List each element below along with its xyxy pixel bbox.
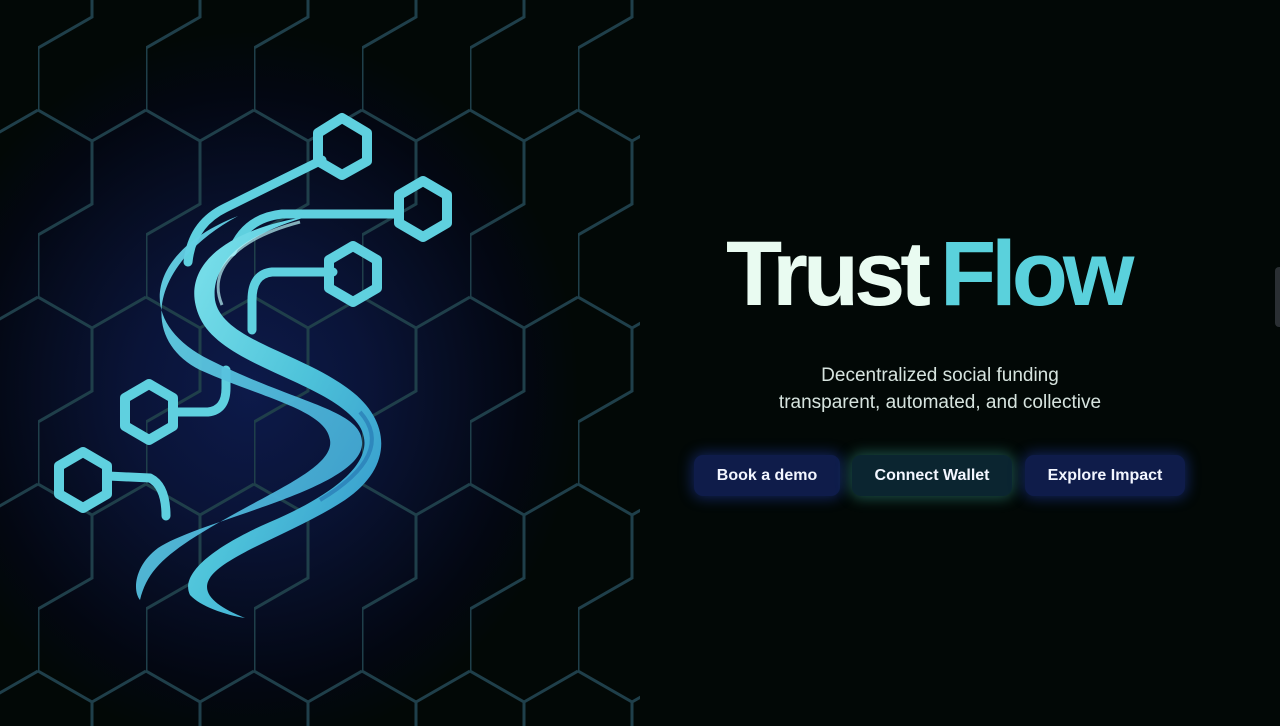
hero-illustration [0, 0, 640, 726]
explore-impact-button[interactable]: Explore Impact [1025, 455, 1185, 496]
brand-word-flow: Flow [939, 223, 1135, 325]
landing-page: Trust Flow Decentralized social funding t… [0, 0, 1280, 726]
hero-content: Trust Flow Decentralized social funding t… [640, 0, 1280, 726]
tagline-line-2: transparent, automated, and collective [778, 392, 1102, 413]
brand-title: Trust Flow [726, 228, 1134, 320]
side-panel-handle[interactable] [1275, 267, 1280, 327]
brand-word-trust: Trust [726, 223, 931, 325]
connect-wallet-button[interactable]: Connect Wallet [852, 455, 1012, 496]
trustflow-logo-icon [54, 113, 452, 618]
tagline-line-1: Decentralized social funding [821, 365, 1059, 386]
book-demo-button[interactable]: Book a demo [694, 455, 840, 496]
